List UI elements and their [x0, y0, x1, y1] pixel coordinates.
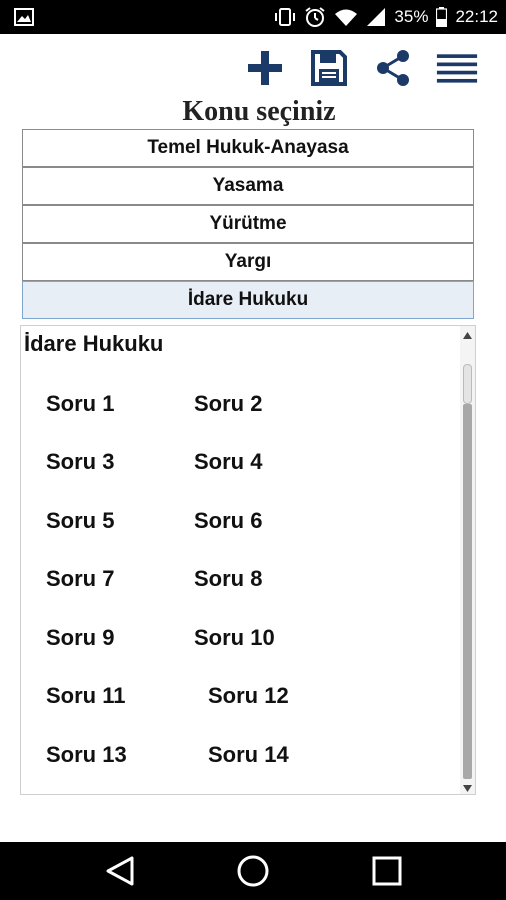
navigation-bar: [0, 842, 506, 900]
share-icon[interactable]: [372, 48, 414, 88]
question-panel: İdare Hukuku Soru 1 Soru 2 Soru 3 Soru 4…: [20, 325, 476, 795]
topic-item[interactable]: Yasama: [22, 167, 474, 205]
toolbar: [244, 48, 478, 88]
plus-icon[interactable]: [244, 48, 286, 88]
question-link[interactable]: Soru 13: [46, 742, 127, 768]
topic-list: Temel Hukuk-Anayasa Yasama Yürütme Yargı…: [22, 129, 474, 319]
status-bar: 35% 22:12: [0, 0, 506, 34]
question-link[interactable]: Soru 12: [208, 683, 289, 709]
question-link[interactable]: Soru 9: [46, 625, 114, 651]
scroll-track[interactable]: [463, 404, 472, 779]
scroll-thumb[interactable]: [463, 364, 472, 404]
question-link[interactable]: Soru 8: [194, 566, 262, 592]
question-link[interactable]: Soru 14: [208, 742, 289, 768]
topic-item-selected[interactable]: İdare Hukuku: [22, 281, 474, 319]
panel-title: İdare Hukuku: [24, 331, 164, 356]
battery-icon: [436, 7, 448, 27]
wifi-icon: [334, 7, 358, 27]
scroll-down-icon[interactable]: [462, 781, 473, 792]
question-link[interactable]: Soru 10: [194, 625, 275, 651]
save-icon[interactable]: [308, 48, 350, 88]
scrollbar[interactable]: [460, 326, 475, 794]
back-icon[interactable]: [100, 854, 140, 888]
home-icon[interactable]: [233, 854, 273, 888]
recents-icon[interactable]: [367, 854, 407, 888]
question-link[interactable]: Soru 3: [46, 449, 114, 475]
question-link[interactable]: Soru 5: [46, 508, 114, 534]
question-link[interactable]: Soru 7: [46, 566, 114, 592]
menu-icon[interactable]: [436, 48, 478, 88]
image-icon: [14, 7, 34, 27]
question-link[interactable]: Soru 6: [194, 508, 262, 534]
scroll-up-icon[interactable]: [462, 328, 473, 339]
topic-item[interactable]: Yargı: [22, 243, 474, 281]
question-link[interactable]: Soru 1: [46, 391, 114, 417]
page-title: Konu seçiniz: [182, 96, 336, 127]
question-link[interactable]: Soru 4: [194, 449, 262, 475]
topic-item[interactable]: Yürütme: [22, 205, 474, 243]
clock: 22:12: [455, 7, 498, 26]
alarm-icon: [304, 6, 326, 28]
topic-item[interactable]: Temel Hukuk-Anayasa: [22, 129, 474, 167]
question-link[interactable]: Soru 2: [194, 391, 262, 417]
battery-percent: 35%: [394, 7, 429, 26]
signal-icon: [366, 7, 386, 27]
vibrate-icon: [274, 7, 296, 27]
question-link[interactable]: Soru 11: [46, 683, 125, 709]
